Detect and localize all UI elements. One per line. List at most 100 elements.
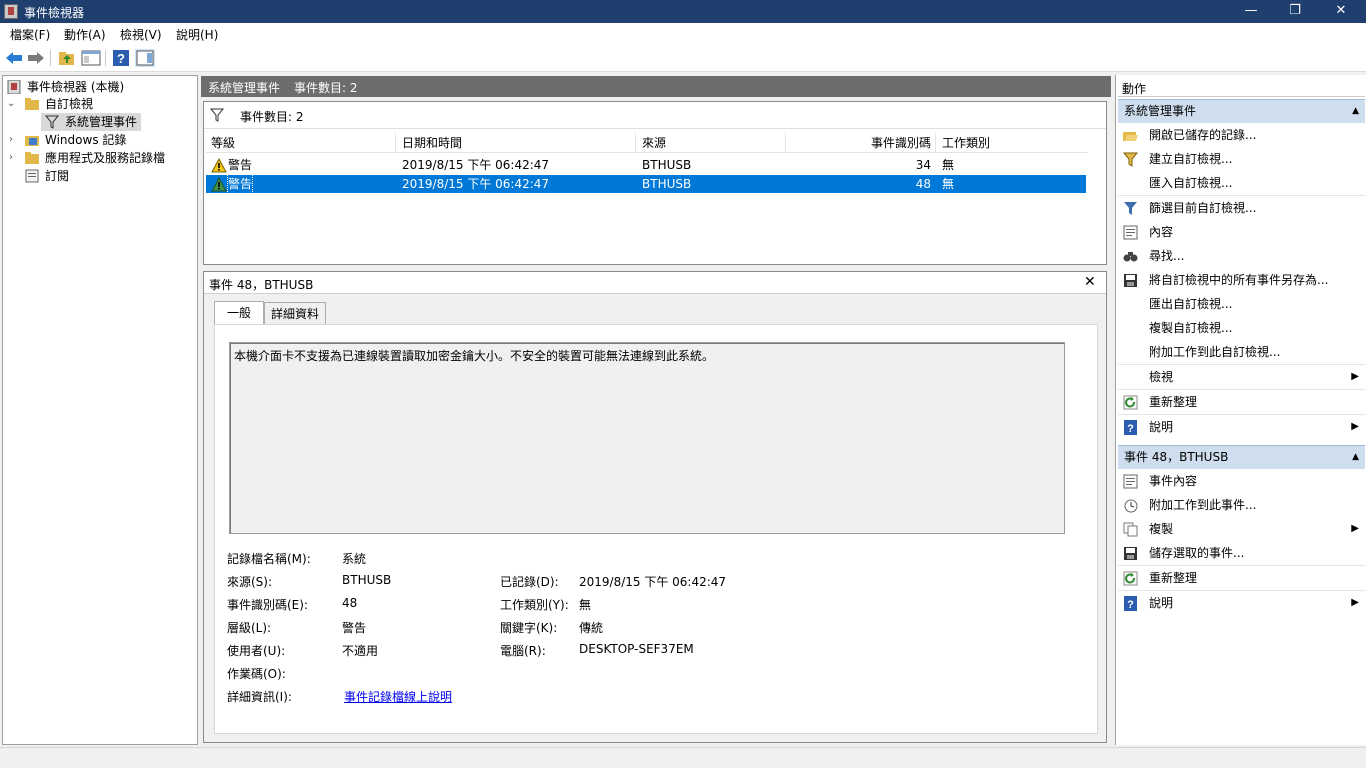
value-level: 警告 xyxy=(342,621,367,635)
event-viewer-icon xyxy=(7,80,21,94)
action-attach-task-to-view[interactable]: 附加工作到此自訂檢視... xyxy=(1118,340,1365,364)
action-properties[interactable]: 內容 xyxy=(1118,220,1365,244)
detail-header: 事件 48，BTHUSB ✕ xyxy=(204,272,1106,294)
action-import-custom-view[interactable]: 匯入自訂檢視... xyxy=(1118,171,1365,195)
column-header-level[interactable]: 等級 xyxy=(206,133,396,153)
label-user: 使用者(U): xyxy=(227,644,286,658)
close-icon[interactable]: ✕ xyxy=(1084,274,1096,290)
actions-title: 動作 xyxy=(1122,82,1147,96)
event-message-box[interactable]: 本機介面卡不支援為已連線裝置讀取加密金鑰大小。不安全的裝置可能無法連線到此系統。 xyxy=(229,342,1065,534)
collapse-up-icon[interactable]: ▲ xyxy=(1352,100,1359,122)
action-find[interactable]: 尋找... xyxy=(1118,244,1365,268)
action-copy-custom-view[interactable]: 複製自訂檢視... xyxy=(1118,316,1365,340)
show-hide-tree-icon[interactable] xyxy=(81,49,101,67)
action-group-title: 系統管理事件 xyxy=(1124,104,1197,118)
action-help[interactable]: ? 說明 ▶ xyxy=(1118,415,1365,439)
properties-icon xyxy=(1123,474,1138,489)
action-refresh-event[interactable]: 重新整理 xyxy=(1118,566,1365,590)
refresh-icon xyxy=(1123,571,1138,586)
label-task: 工作類別(Y): xyxy=(500,598,569,612)
binoculars-icon xyxy=(1123,252,1138,262)
refresh-icon xyxy=(1123,395,1138,410)
tree-label-subscriptions: 訂閱 xyxy=(45,169,70,183)
row-event-id: 48 xyxy=(915,177,931,191)
center-header-count: 事件數目: 2 xyxy=(294,81,358,95)
tree-label-windows-logs: Windows 記錄 xyxy=(45,133,127,147)
filter-count: 事件數目: 2 xyxy=(240,110,304,124)
column-header-source[interactable]: 來源 xyxy=(636,133,786,153)
action-filter-current-view[interactable]: 篩選目前自訂檢視... xyxy=(1118,196,1365,220)
back-arrow-icon[interactable] xyxy=(4,49,24,67)
table-row[interactable]: 警告 2019/8/15 下午 06:42:47 BTHUSB 34 無 xyxy=(206,156,1086,174)
action-save-all-events-as[interactable]: 將自訂檢視中的所有事件另存為... xyxy=(1118,268,1365,292)
menu-action[interactable]: 動作(A) xyxy=(64,26,106,43)
clock-task-icon xyxy=(1124,499,1138,513)
submenu-arrow-icon: ▶ xyxy=(1351,597,1359,608)
column-header-datetime[interactable]: 日期和時間 xyxy=(396,133,636,153)
column-header-event-id[interactable]: 事件識別碼 xyxy=(786,133,936,153)
action-group-selected-event[interactable]: 事件 48，BTHUSB ▲ xyxy=(1118,445,1365,469)
chevron-right-icon[interactable]: › xyxy=(9,149,13,167)
action-view[interactable]: 檢視 ▶ xyxy=(1118,365,1365,389)
status-bar xyxy=(0,747,1366,768)
chevron-down-icon[interactable]: ⌄ xyxy=(7,95,15,113)
menu-view[interactable]: 檢視(V) xyxy=(120,26,162,43)
table-row-selected[interactable]: 警告 2019/8/15 下午 06:42:47 BTHUSB 48 無 xyxy=(206,174,1086,194)
action-group-admin-events[interactable]: 系統管理事件 ▲ xyxy=(1118,99,1365,123)
maximize-button[interactable]: ❐ xyxy=(1272,0,1318,23)
event-viewer-app-icon xyxy=(4,4,18,19)
show-hide-action-pane-icon[interactable] xyxy=(135,49,155,67)
value-keywords: 傳統 xyxy=(579,621,604,635)
action-attach-task-to-event[interactable]: 附加工作到此事件... xyxy=(1118,493,1365,517)
label-more-info: 詳細資訊(I): xyxy=(227,690,292,704)
menu-help[interactable]: 說明(H) xyxy=(176,26,218,43)
submenu-arrow-icon: ▶ xyxy=(1351,523,1359,534)
tree-node-admin-events[interactable]: 系統管理事件 xyxy=(41,113,141,131)
value-user: 不適用 xyxy=(342,644,379,658)
action-export-custom-view[interactable]: 匯出自訂檢視... xyxy=(1118,292,1365,316)
action-event-properties[interactable]: 事件內容 xyxy=(1118,469,1365,493)
tree-label-custom-views: 自訂檢視 xyxy=(45,97,94,111)
tab-general[interactable]: 一般 xyxy=(214,301,264,325)
action-help-event[interactable]: ? 說明 ▶ xyxy=(1118,591,1365,615)
forward-arrow-icon[interactable] xyxy=(26,49,46,67)
warning-icon xyxy=(211,177,227,192)
column-header-task[interactable]: 工作類別 xyxy=(936,133,1036,153)
row-level: 警告 xyxy=(228,158,253,172)
tree-label-admin-events: 系統管理事件 xyxy=(65,115,138,129)
collapse-up-icon[interactable]: ▲ xyxy=(1352,446,1359,468)
row-task: 無 xyxy=(942,158,955,172)
filter-icon xyxy=(1124,202,1137,215)
action-open-saved-log[interactable]: 開啟已儲存的記錄... xyxy=(1118,123,1365,147)
row-level: 警告 xyxy=(226,174,254,194)
menu-file[interactable]: 檔案(F) xyxy=(10,26,50,43)
minimize-button[interactable]: — xyxy=(1228,0,1274,23)
label-logged: 已記錄(D): xyxy=(500,575,559,589)
title-bar: 事件檢視器 — ❐ ✕ xyxy=(0,0,1366,23)
label-level: 層級(L): xyxy=(227,621,272,635)
folder-icon xyxy=(25,152,39,164)
action-create-custom-view[interactable]: 建立自訂檢視... xyxy=(1118,147,1365,171)
value-task: 無 xyxy=(579,598,592,612)
event-log-online-help-link[interactable]: 事件記錄檔線上說明 xyxy=(344,688,452,705)
chevron-right-icon[interactable]: › xyxy=(9,131,13,149)
tab-details[interactable]: 詳細資料 xyxy=(264,302,326,325)
detail-title: 事件 48，BTHUSB xyxy=(209,278,314,292)
folder-icon xyxy=(25,98,39,110)
toolbar-separator xyxy=(50,50,51,66)
value-computer: DESKTOP-SEF37EM xyxy=(579,642,694,656)
action-refresh[interactable]: 重新整理 xyxy=(1118,390,1365,414)
tree-label-app-logs: 應用程式及服務記錄檔 xyxy=(45,151,166,165)
save-icon xyxy=(1124,547,1137,560)
value-logged: 2019/8/15 下午 06:42:47 xyxy=(579,575,727,589)
close-window-button[interactable]: ✕ xyxy=(1318,0,1364,23)
svg-text:?: ? xyxy=(1127,423,1134,435)
tree-label-root: 事件檢視器 (本機) xyxy=(27,80,125,94)
folder-up-icon[interactable] xyxy=(57,49,77,67)
action-copy[interactable]: 複製 ▶ xyxy=(1118,517,1365,541)
action-save-selected-events[interactable]: 儲存選取的事件... xyxy=(1118,541,1365,565)
row-task: 無 xyxy=(942,177,955,191)
label-opcode: 作業碼(O): xyxy=(227,667,286,681)
help-icon[interactable]: ? xyxy=(111,49,131,67)
filter-bar: 事件數目: 2 xyxy=(204,102,1106,129)
